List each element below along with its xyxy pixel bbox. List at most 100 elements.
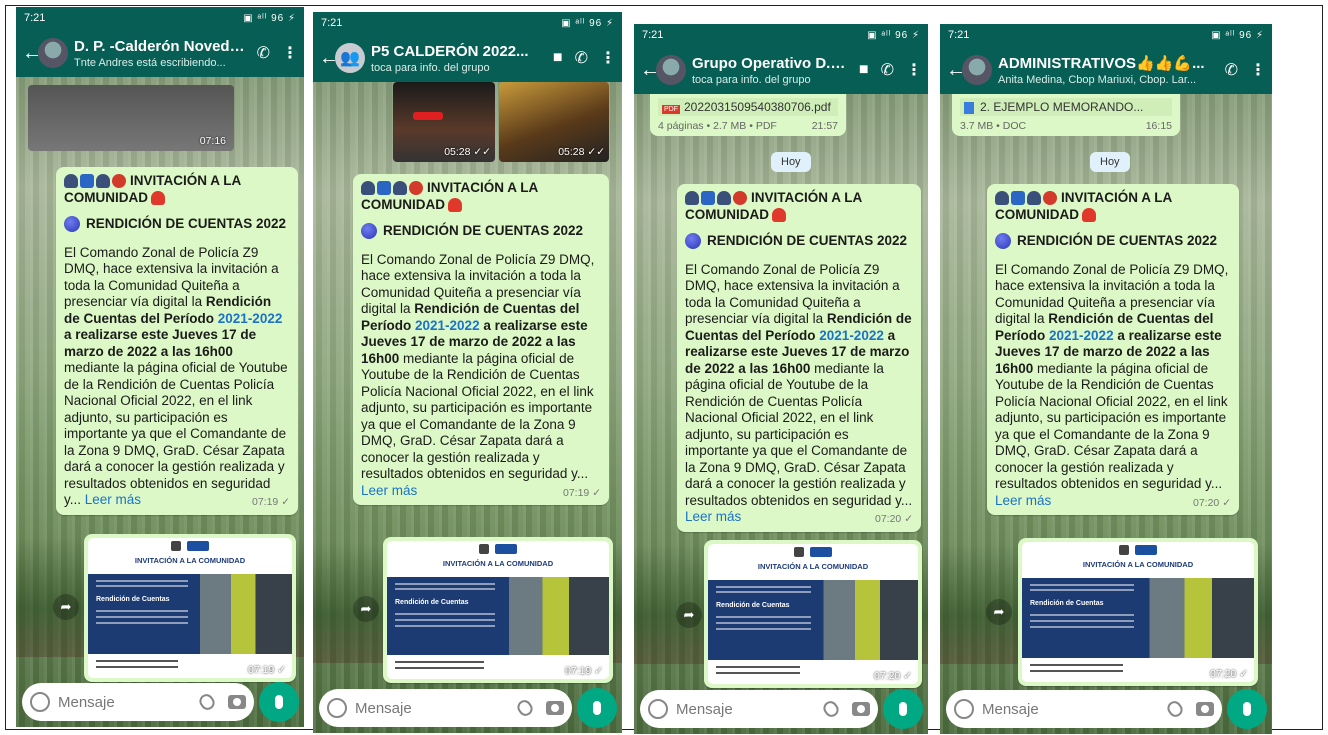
forward-icon[interactable]: ➦: [676, 602, 702, 628]
media-message[interactable]: 07:16: [28, 85, 234, 151]
message-header: INVITACIÓN A LA COMUNIDAD: [64, 173, 242, 205]
rendicion-title: RENDICIÓN DE CUENTAS 2022: [361, 223, 601, 240]
logos: [708, 544, 918, 558]
image-message[interactable]: INVITACIÓN A LA COMUNIDAD Rendición de C…: [383, 537, 613, 683]
message-time: 05:28 ✓✓: [444, 146, 491, 158]
blue-circle-icon: [64, 216, 80, 233]
image-banner: Rendición de Cuentas: [1022, 578, 1254, 658]
invitation-message[interactable]: INVITACIÓN A LA COMUNIDAD RENDICIÓN DE CU…: [56, 167, 298, 515]
video-call-icon[interactable]: ■: [553, 49, 563, 67]
invitation-image[interactable]: INVITACIÓN A LA COMUNIDAD Rendición de C…: [1022, 542, 1254, 682]
logos: [1022, 542, 1254, 556]
emoji-icon[interactable]: [648, 699, 668, 719]
add-call-icon[interactable]: ✆: [1225, 60, 1238, 80]
voice-call-icon[interactable]: ✆: [575, 48, 588, 68]
message-input[interactable]: Mensaje: [640, 690, 878, 728]
message-header: INVITACIÓN A LA COMUNIDAD: [685, 190, 863, 222]
image-title: INVITACIÓN A LA COMUNIDAD: [1082, 560, 1194, 569]
back-arrow-icon[interactable]: ←: [22, 42, 42, 65]
read-more-link[interactable]: Leer más: [685, 509, 741, 524]
image-message[interactable]: INVITACIÓN A LA COMUNIDAD Rendición de C…: [704, 540, 922, 688]
menu-icon[interactable]: ⋮: [600, 48, 616, 68]
emoji-icon[interactable]: [30, 692, 50, 712]
image-heading: Rendición de Cuentas: [395, 599, 469, 606]
message-time: 16:15: [1145, 120, 1172, 132]
microphone-button[interactable]: [577, 688, 617, 728]
camera-icon[interactable]: [228, 695, 246, 709]
message-header: INVITACIÓN A LA COMUNIDAD: [995, 190, 1173, 222]
chat-title-area[interactable]: P5 CALDERÓN 2022... toca para info. del …: [371, 43, 541, 74]
date-divider: Hoy: [1090, 152, 1130, 172]
menu-icon[interactable]: ⋮: [1250, 60, 1266, 80]
image-heading: Rendición de Cuentas: [1030, 600, 1104, 607]
message-input[interactable]: Mensaje: [319, 689, 572, 727]
group-avatar[interactable]: [962, 55, 992, 85]
chat-subtitle: toca para info. del grupo: [692, 73, 811, 86]
microphone-button[interactable]: [1227, 689, 1267, 729]
invitation-message[interactable]: INVITACIÓN A LA COMUNIDAD RENDICIÓN DE CU…: [677, 184, 921, 532]
invitation-image[interactable]: INVITACIÓN A LA COMUNIDAD Rendición de C…: [387, 541, 609, 679]
input-placeholder: Mensaje: [58, 693, 115, 711]
group-avatar[interactable]: [38, 38, 68, 68]
forward-icon[interactable]: ➦: [986, 599, 1012, 625]
chat-title-area[interactable]: D. P. -Calderón Novedades Tnte Andres es…: [74, 38, 245, 69]
invitation-message[interactable]: INVITACIÓN A LA COMUNIDAD RENDICIÓN DE CU…: [353, 174, 609, 505]
phone-1: 7:21▣ ᵃˡˡ 96 ⚡ ← D. P. -Calderón Novedad…: [16, 7, 304, 727]
logos: [88, 538, 292, 552]
message-input[interactable]: Mensaje: [22, 683, 254, 721]
message-body: El Comando Zonal de Policía Z9 DMQ, hace…: [361, 251, 595, 498]
date-divider: Hoy: [771, 152, 811, 172]
group-avatar[interactable]: [656, 55, 686, 85]
siren-icon: [772, 207, 786, 222]
chat-title-area[interactable]: Grupo Operativo D. C... toca para info. …: [692, 55, 847, 86]
read-more-link[interactable]: Leer más: [361, 483, 417, 498]
chat-header: ← D. P. -Calderón Novedades Tnte Andres …: [16, 29, 304, 77]
rendicion-title: RENDICIÓN DE CUENTAS 2022: [685, 233, 913, 250]
read-more-link[interactable]: Leer más: [85, 492, 141, 507]
add-call-icon[interactable]: ✆: [257, 43, 270, 63]
group-avatar[interactable]: 👥: [335, 43, 365, 73]
forward-icon[interactable]: ➦: [53, 594, 79, 620]
camera-icon[interactable]: [546, 701, 564, 715]
phone-4: 7:21 ▣ ᵃˡˡ 96 ⚡ ← ADMINISTRATIVOS👍👍💪... A…: [940, 24, 1272, 734]
back-arrow-icon[interactable]: ←: [946, 59, 966, 82]
chat-header: ← 👥 P5 CALDERÓN 2022... toca para info. …: [313, 34, 622, 82]
back-arrow-icon[interactable]: ←: [319, 47, 339, 70]
chat-name: Grupo Operativo D. C...: [692, 54, 847, 72]
invitation-message[interactable]: INVITACIÓN A LA COMUNIDAD RENDICIÓN DE CU…: [987, 184, 1239, 515]
blue-circle-icon: [685, 233, 701, 250]
invitation-image[interactable]: INVITACIÓN A LA COMUNIDAD Rendición de C…: [88, 538, 292, 678]
microphone-button[interactable]: [883, 689, 923, 729]
document-name: 2. EJEMPLO MEMORANDO...: [960, 98, 1172, 116]
menu-icon[interactable]: ⋮: [282, 43, 298, 63]
emoji-icon[interactable]: [327, 698, 347, 718]
document-message[interactable]: PDF 20220315095403807​06.pdf 4 páginas • …: [650, 94, 846, 136]
message-time: 07:20 ✓: [874, 670, 912, 682]
phone-2: 7:21 ▣ ᵃˡˡ 96 ⚡ ← 👥 P5 CALDERÓN 2022... t…: [313, 12, 622, 733]
document-message[interactable]: 2. EJEMPLO MEMORANDO... 3.7 MB • DOC 16:…: [952, 94, 1180, 136]
invitation-image[interactable]: INVITACIÓN A LA COMUNIDAD Rendición de C…: [708, 544, 918, 684]
photo-thumbnail[interactable]: 05:28 ✓✓: [393, 82, 495, 162]
message-input[interactable]: Mensaje: [946, 690, 1222, 728]
menu-icon[interactable]: ⋮: [906, 60, 922, 80]
video-call-icon[interactable]: ■: [859, 61, 869, 79]
image-banner: Rendición de Cuentas: [387, 577, 609, 655]
camera-icon[interactable]: [1196, 702, 1214, 716]
image-message[interactable]: INVITACIÓN A LA COMUNIDAD Rendición de C…: [1018, 538, 1258, 686]
microphone-icon: [275, 695, 283, 709]
police-emoji-icon: [361, 181, 423, 196]
message-time: 07:19 ✓: [248, 664, 286, 676]
back-arrow-icon[interactable]: ←: [640, 59, 660, 82]
chat-name: D. P. -Calderón Novedades: [74, 37, 245, 55]
microphone-button[interactable]: [259, 682, 299, 722]
chat-title-area[interactable]: ADMINISTRATIVOS👍👍💪... Anita Medina, Cbop…: [998, 54, 1213, 86]
forward-icon[interactable]: ➦: [353, 596, 379, 622]
photo-thumbnail[interactable]: 05:28 ✓✓: [499, 82, 609, 162]
input-placeholder: Mensaje: [355, 699, 412, 717]
read-more-link[interactable]: Leer más: [995, 493, 1051, 508]
emoji-icon[interactable]: [954, 699, 974, 719]
image-title: INVITACIÓN A LA COMUNIDAD: [442, 559, 554, 568]
image-message[interactable]: INVITACIÓN A LA COMUNIDAD Rendición de C…: [84, 534, 296, 682]
voice-call-icon[interactable]: ✆: [881, 60, 894, 80]
camera-icon[interactable]: [852, 702, 870, 716]
